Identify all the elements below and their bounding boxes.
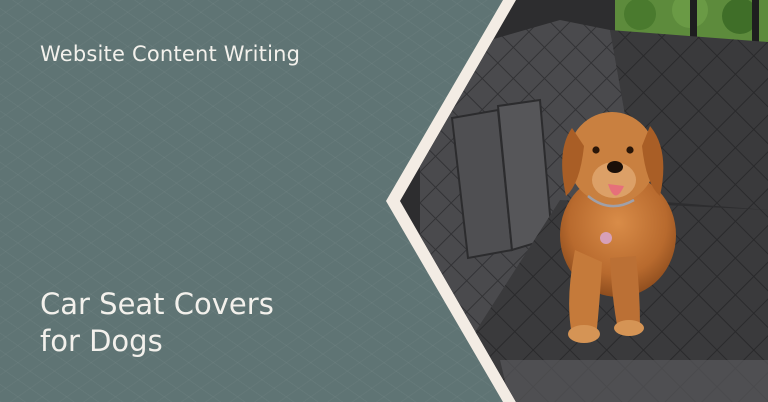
article-title: Car Seat Covers for Dogs (40, 286, 274, 360)
title-line-2: for Dogs (40, 324, 163, 358)
title-line-1: Car Seat Covers (40, 287, 274, 321)
category-label: Website Content Writing (40, 42, 301, 66)
blog-banner: Website Content Writing Car Seat Covers … (0, 0, 768, 402)
